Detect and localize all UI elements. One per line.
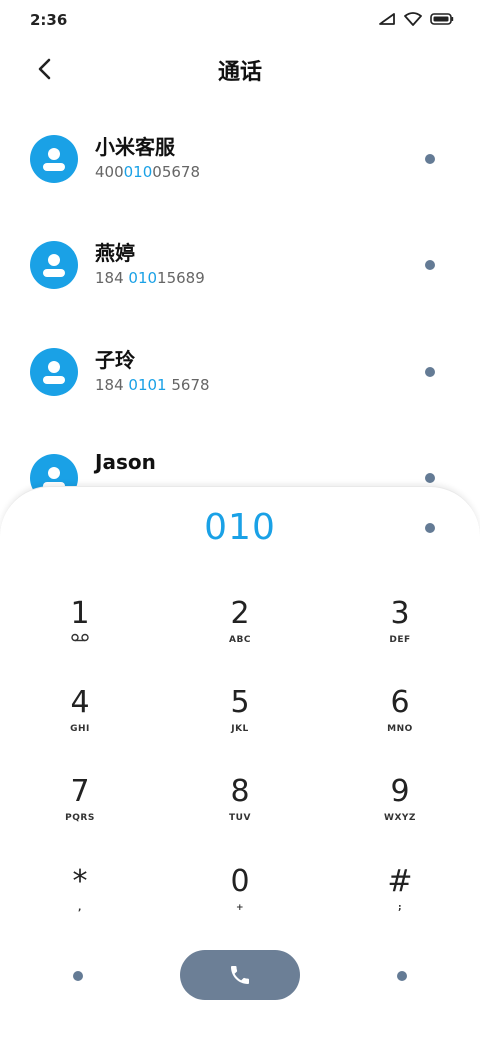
key-digit: 1: [70, 596, 90, 631]
key-0[interactable]: 0 +: [180, 865, 300, 937]
voicemail-icon: [71, 633, 89, 642]
number-part: 5678: [166, 376, 210, 394]
contact-name: 小米客服: [95, 135, 175, 159]
number-part: 184: [95, 376, 129, 394]
row-dot: [425, 154, 435, 164]
key-4[interactable]: 4 GHI: [20, 686, 140, 758]
key-letters: PQRS: [65, 813, 95, 823]
key-digit: #: [387, 864, 413, 899]
status-icons: [378, 12, 454, 26]
key-9[interactable]: 9 WXYZ: [340, 775, 460, 847]
call-button[interactable]: [180, 950, 300, 1000]
right-action-dot[interactable]: [397, 971, 407, 981]
person-icon: [43, 361, 65, 384]
avatar: [30, 241, 78, 289]
page-title: 通话: [217, 60, 262, 85]
sheet-dot: [425, 523, 435, 533]
key-star[interactable]: * ,: [20, 865, 140, 937]
key-letters: DEF: [389, 635, 411, 645]
key-2[interactable]: 2 ABC: [180, 597, 300, 669]
wifi-icon: [404, 12, 422, 26]
signal-icon: [379, 13, 395, 25]
key-1[interactable]: 1: [20, 597, 140, 669]
key-letters: GHI: [70, 724, 90, 734]
key-letters: ;: [397, 903, 403, 913]
key-hash[interactable]: # ;: [340, 865, 460, 937]
number-part: 15689: [157, 269, 205, 287]
contact-name: 燕婷: [95, 241, 135, 265]
key-8[interactable]: 8 TUV: [180, 775, 300, 847]
row-dot: [425, 473, 435, 483]
key-digit: 4: [70, 685, 90, 720]
dialed-number: 010: [204, 507, 276, 548]
key-letters: WXYZ: [384, 813, 416, 823]
key-digit: 0: [230, 864, 250, 899]
contact-number: 184 0101 5678: [95, 376, 210, 394]
number-part: 184: [95, 269, 129, 287]
key-digit: 8: [230, 774, 250, 809]
key-letters: [20, 633, 140, 647]
contact-row[interactable]: 燕婷 184 01015689: [0, 241, 480, 337]
number-part: 400: [95, 163, 124, 181]
key-digit: 6: [390, 685, 410, 720]
contact-number: 184 01015689: [95, 269, 205, 287]
contact-row[interactable]: 小米客服 40001005678: [0, 135, 480, 231]
contact-number: 40001005678: [95, 163, 200, 181]
key-letters: ,: [78, 903, 82, 913]
key-letters: JKL: [231, 724, 249, 734]
key-digit: 5: [230, 685, 250, 720]
number-part: 05678: [152, 163, 200, 181]
key-digit: 2: [230, 596, 250, 631]
phone-icon: [231, 966, 249, 984]
key-letters: +: [235, 903, 245, 913]
key-digit: *: [72, 864, 88, 899]
key-digit: 7: [70, 774, 90, 809]
key-letters: TUV: [229, 813, 251, 823]
status-time: 2:36: [30, 11, 68, 29]
battery-icon: [430, 13, 454, 25]
contact-name: Jason: [95, 450, 156, 474]
key-letters: ABC: [229, 635, 251, 645]
key-letters: MNO: [387, 724, 413, 734]
person-icon: [43, 148, 65, 171]
key-digit: 3: [390, 596, 410, 631]
key-digit: 9: [390, 774, 410, 809]
number-match: 010: [128, 269, 158, 287]
number-match: 0101: [128, 376, 167, 394]
contact-row[interactable]: 子玲 184 0101 5678: [0, 348, 480, 444]
key-6[interactable]: 6 MNO: [340, 686, 460, 758]
row-dot: [425, 367, 435, 377]
status-bar: 2:36: [0, 0, 480, 42]
key-7[interactable]: 7 PQRS: [20, 775, 140, 847]
key-3[interactable]: 3 DEF: [340, 597, 460, 669]
key-5[interactable]: 5 JKL: [180, 686, 300, 758]
left-action-dot[interactable]: [73, 971, 83, 981]
row-dot: [425, 260, 435, 270]
person-icon: [43, 254, 65, 277]
avatar: [30, 348, 78, 396]
avatar: [30, 135, 78, 183]
contact-name: 子玲: [95, 348, 135, 372]
number-match: 010: [123, 163, 153, 181]
dialpad-sheet: 010 1 2 ABC 3 DEF 4 GHI 5 JKL 6 MNO 7 PQ…: [0, 486, 480, 1040]
